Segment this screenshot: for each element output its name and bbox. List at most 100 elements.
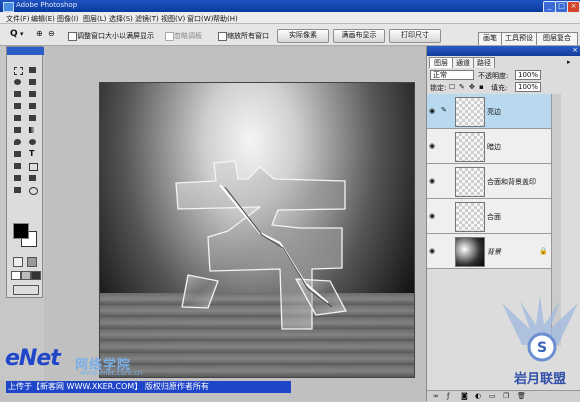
magic-wand-tool-icon[interactable]	[27, 77, 38, 87]
menu-view[interactable]: 视图(V)	[161, 14, 185, 24]
menu-select[interactable]: 选择(S)	[109, 14, 133, 24]
fit-window-label: 调整窗口大小以满屏显示	[77, 32, 154, 40]
tab-tool-presets[interactable]: 工具预设	[501, 32, 537, 45]
tab-channels[interactable]: 通道	[452, 57, 474, 68]
corner-logo-text: 岩月联盟	[513, 371, 566, 387]
brush-tool-icon[interactable]	[27, 101, 38, 111]
screen-mode-full-menu-icon[interactable]	[21, 271, 31, 280]
layer-row[interactable]: ◉ ✎ 亮边	[427, 94, 551, 129]
pen-tool-icon[interactable]	[12, 161, 23, 171]
enet-logo-url: www.enet.com.cn	[80, 369, 143, 377]
delete-layer-icon[interactable]: 🗑	[517, 392, 526, 400]
palette-title-bar: ×	[427, 46, 580, 56]
menu-help[interactable]: 帮助(H)	[213, 14, 238, 24]
ignore-palettes-label: 忽略调板	[174, 32, 202, 40]
print-size-button[interactable]: 打印尺寸	[389, 29, 441, 43]
tab-paths[interactable]: 路径	[473, 57, 495, 68]
menu-layer[interactable]: 图层(L)	[83, 14, 106, 24]
gradient-tool-icon[interactable]	[27, 125, 38, 135]
zoom-out-icon[interactable]: ⊖	[48, 29, 55, 38]
slice-tool-icon[interactable]	[27, 89, 38, 99]
eraser-tool-icon[interactable]	[12, 125, 23, 135]
marquee-tool-icon[interactable]	[12, 65, 23, 75]
ignore-palettes-checkbox[interactable]	[165, 32, 174, 41]
blur-tool-icon[interactable]	[12, 137, 23, 147]
svg-text:S: S	[537, 340, 547, 356]
options-bar: Q ▾ ⊕ ⊖ 调整窗口大小以满屏显示 忽略调板 缩放所有窗口 实际像素 满画布…	[0, 24, 580, 46]
lasso-tool-icon[interactable]	[12, 77, 23, 87]
blend-mode-select[interactable]: 正常	[430, 70, 474, 80]
app-icon	[3, 2, 14, 12]
quick-mask-icon[interactable]	[27, 257, 37, 267]
lock-all-icon[interactable]: ▪	[479, 83, 484, 91]
lock-transparency-icon[interactable]: ☐	[449, 83, 455, 91]
standard-mode-icon[interactable]	[13, 257, 23, 267]
hand-tool-icon[interactable]	[12, 185, 23, 195]
healing-brush-tool-icon[interactable]	[12, 101, 23, 111]
shape-tool-icon[interactable]	[27, 161, 38, 171]
menu-file[interactable]: 文件(F)	[6, 14, 30, 24]
tool-preset-dropdown-icon[interactable]: ▾	[20, 30, 24, 38]
eye-icon[interactable]: ◉	[429, 247, 435, 255]
foreground-color-swatch[interactable]	[13, 223, 29, 239]
zoom-in-icon[interactable]: ⊕	[36, 29, 43, 38]
fill-label: 填充:	[491, 84, 508, 92]
fit-screen-button[interactable]: 满画布显示	[333, 29, 385, 43]
zoom-tool-icon[interactable]: Q	[10, 29, 18, 39]
menu-bar: 文件(F) 编辑(E) 图像(I) 图层(L) 选择(S) 滤镜(T) 视图(V…	[0, 12, 580, 24]
eye-icon[interactable]: ◉	[429, 212, 435, 220]
layer-row[interactable]: ◉ 背景 🔒	[427, 234, 551, 269]
layer-row[interactable]: ◉ 合面和背景盖印	[427, 164, 551, 199]
new-group-icon[interactable]: ▭	[489, 392, 496, 400]
screen-mode-standard-icon[interactable]	[11, 271, 21, 280]
path-selection-tool-icon[interactable]	[12, 149, 23, 159]
palette-menu-icon[interactable]: ▸	[567, 58, 571, 66]
add-mask-icon[interactable]: ◙	[461, 392, 468, 400]
notes-tool-icon[interactable]	[12, 173, 23, 183]
adjustment-layer-icon[interactable]: ◐	[475, 392, 481, 400]
move-tool-icon[interactable]	[27, 65, 38, 75]
history-brush-tool-icon[interactable]	[27, 113, 38, 123]
eagle-icon: S 岩月联盟	[502, 295, 578, 387]
eye-icon[interactable]: ◉	[429, 177, 435, 185]
new-layer-icon[interactable]: ❐	[503, 392, 509, 400]
tab-layers[interactable]: 图层	[429, 57, 453, 68]
lock-label: 锁定:	[430, 84, 447, 92]
menu-edit[interactable]: 编辑(E)	[31, 14, 55, 24]
opacity-input[interactable]: 100%	[515, 70, 541, 80]
menu-image[interactable]: 图像(I)	[57, 14, 79, 24]
eye-icon[interactable]: ◉	[429, 142, 435, 150]
dodge-tool-icon[interactable]	[27, 137, 38, 147]
palette-close-icon[interactable]: ×	[572, 46, 578, 54]
title-bar: Adobe Photoshop _ □ ×	[0, 0, 580, 13]
jump-to-imageready-icon[interactable]	[13, 285, 39, 295]
link-layers-icon[interactable]: ∞	[433, 392, 439, 400]
zoom-tool-box-icon[interactable]	[27, 185, 38, 195]
menu-window[interactable]: 窗口(W)	[187, 14, 213, 24]
actual-pixels-button[interactable]: 实际像素	[277, 29, 329, 43]
fill-input[interactable]: 100%	[515, 82, 541, 92]
menu-filter[interactable]: 滤镜(T)	[135, 14, 159, 24]
eyedropper-tool-icon[interactable]	[27, 173, 38, 183]
clone-stamp-tool-icon[interactable]	[12, 113, 23, 123]
glass-glyph-artwork	[175, 160, 347, 330]
zoom-all-checkbox[interactable]	[218, 32, 227, 41]
lock-move-icon[interactable]: ✥	[469, 83, 475, 91]
lock-paint-icon[interactable]: ✎	[459, 83, 465, 91]
type-tool-icon[interactable]: T	[27, 149, 38, 159]
fit-window-checkbox[interactable]	[68, 32, 77, 41]
crop-tool-icon[interactable]	[12, 89, 23, 99]
eye-icon[interactable]: ◉	[429, 107, 435, 115]
tab-layer-comps[interactable]: 图层复合	[536, 32, 578, 45]
tab-brushes[interactable]: 画笔	[478, 32, 502, 45]
lock-icon: 🔒	[539, 247, 548, 255]
brush-link-icon: ✎	[441, 106, 447, 114]
document-canvas[interactable]	[99, 82, 415, 378]
toolbox: T	[6, 46, 44, 298]
screen-mode-full-icon[interactable]	[31, 271, 41, 280]
layer-row[interactable]: ◉ 合面	[427, 199, 551, 234]
layer-name: 亮边	[487, 108, 501, 116]
layer-thumbnail	[455, 167, 485, 197]
layer-style-icon[interactable]: ƒ	[447, 392, 449, 400]
layer-row[interactable]: ◉ 暗边	[427, 129, 551, 164]
